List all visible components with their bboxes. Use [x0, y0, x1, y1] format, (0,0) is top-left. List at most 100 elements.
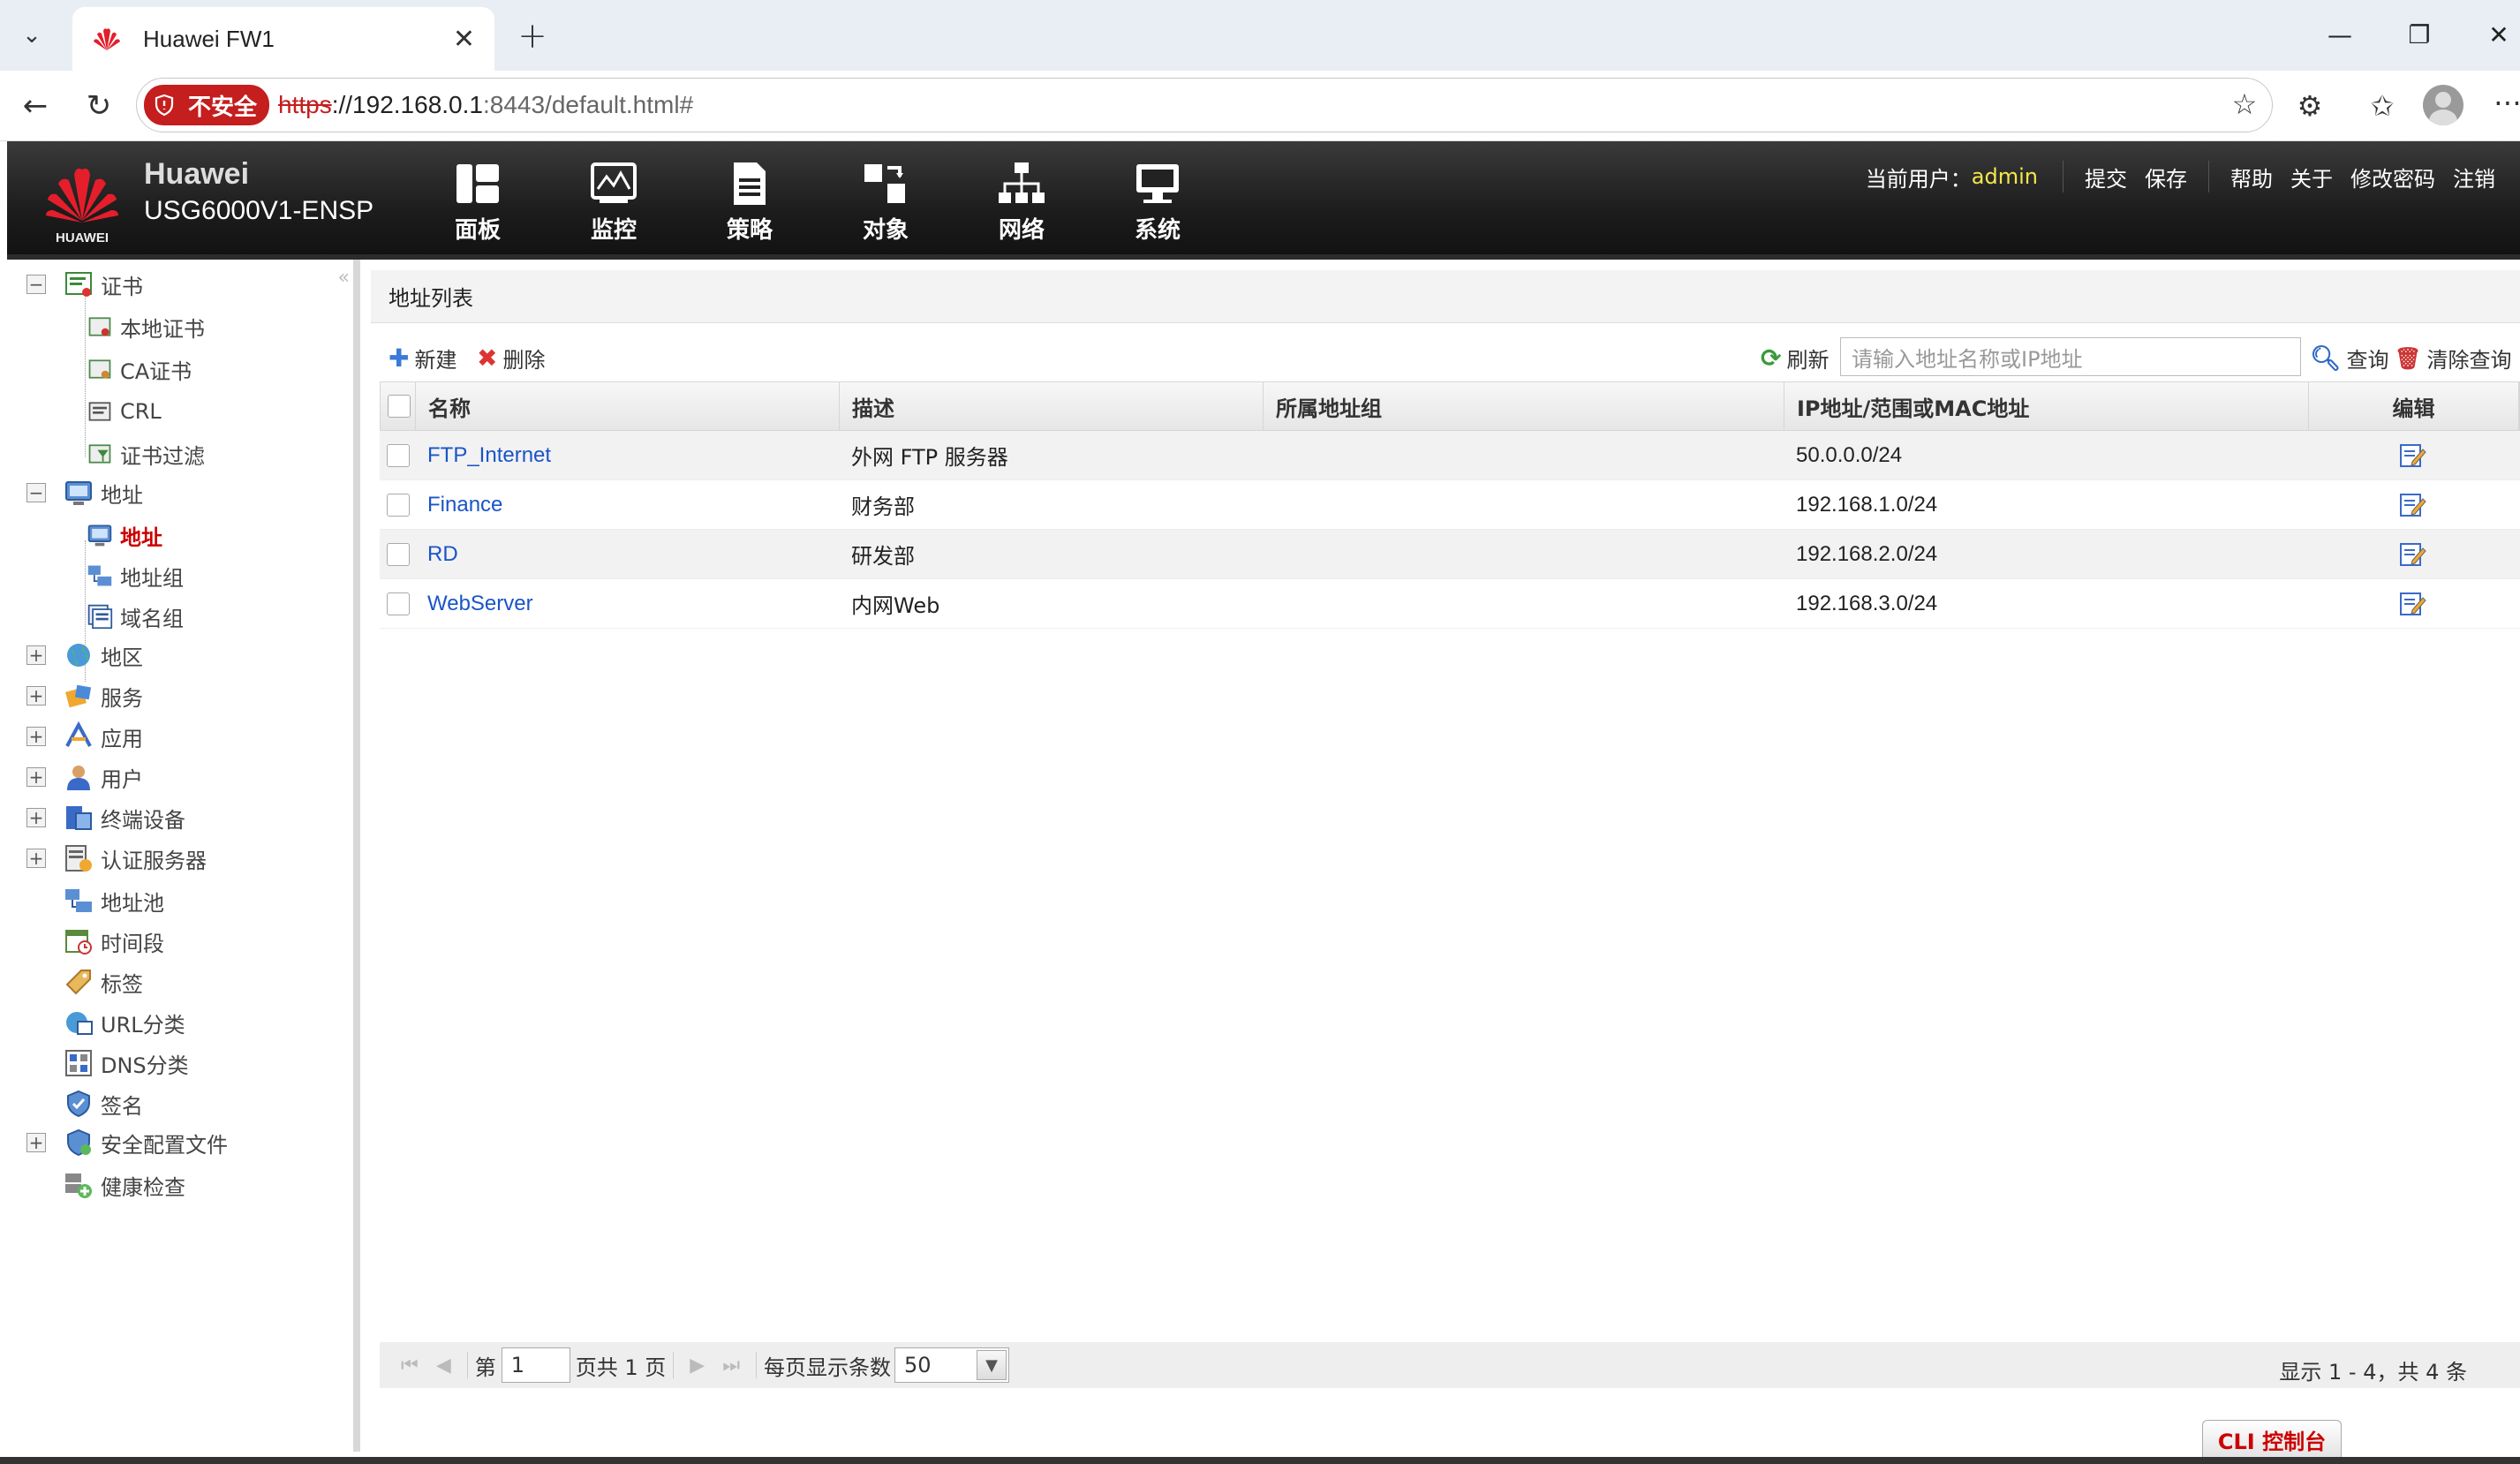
nav-system[interactable]: 系统 [1109, 161, 1206, 249]
collapse-sidebar-icon[interactable]: « [338, 267, 350, 289]
tree-node-signature[interactable]: 签名 [64, 1086, 143, 1121]
tree-node-ca-cert[interactable]: CA证书 [87, 351, 192, 387]
network-icon [999, 162, 1045, 203]
window-close-icon[interactable]: ✕ [2472, 12, 2520, 57]
submit-link[interactable]: 提交 [2085, 162, 2127, 192]
tree-label: 地址池 [101, 890, 164, 916]
favorites-list-icon[interactable]: ✩ [2363, 87, 2402, 125]
tree-node-user[interactable]: + 用户 [26, 759, 143, 795]
tree-node-application[interactable]: + 应用 [26, 719, 143, 754]
tab-list-chevron-down-icon[interactable]: ⌄ [0, 0, 64, 71]
clear-query-button[interactable]: 🗑︎ 清除查询 [2395, 343, 2511, 374]
restore-icon[interactable]: ❐ [2393, 12, 2446, 57]
table-row[interactable]: Finance 财务部 192.168.1.0/24 [380, 480, 2520, 530]
edit-icon[interactable] [2398, 492, 2428, 518]
tree-node-local-cert[interactable]: 本地证书 [87, 309, 205, 344]
row-checkbox[interactable] [387, 542, 410, 566]
new-tab-plus-icon[interactable]: + [509, 12, 556, 60]
tree-node-certificate[interactable]: − 证书 [26, 267, 143, 302]
column-header-group[interactable]: 所属地址组 [1264, 382, 1784, 430]
nav-dashboard[interactable]: 面板 [429, 161, 526, 249]
profile-avatar-icon[interactable] [2423, 85, 2463, 125]
tree-node-cert-filter[interactable]: 证书过滤 [87, 436, 205, 472]
help-link[interactable]: 帮助 [2230, 162, 2273, 192]
column-header-name[interactable]: 名称 [416, 382, 840, 430]
tree-node-region[interactable]: + 地区 [26, 638, 143, 673]
expand-icon[interactable]: + [26, 645, 46, 665]
favorite-star-icon[interactable]: ☆ [2225, 85, 2264, 124]
address-name-link[interactable]: Finance [427, 493, 502, 517]
tab-close-icon[interactable]: ✕ [453, 24, 475, 55]
tree-node-address-pool[interactable]: 地址池 [64, 883, 164, 918]
tree-node-time-range[interactable]: 时间段 [64, 924, 164, 959]
address-name-link[interactable]: FTP_Internet [427, 443, 551, 468]
query-button[interactable]: 🔍︎ 查询 [2310, 343, 2389, 374]
collapse-icon[interactable]: − [26, 275, 46, 294]
nav-network[interactable]: 网络 [973, 161, 1070, 249]
address-name-link[interactable]: RD [427, 542, 458, 567]
tree-node-security-profile[interactable]: + 安全配置文件 [26, 1125, 228, 1160]
page-number-input[interactable]: 1 [501, 1347, 570, 1383]
new-button[interactable]: ✚ 新建 [389, 343, 456, 374]
last-page-icon[interactable]: ⏭ [722, 1355, 740, 1377]
expand-icon[interactable]: + [26, 727, 46, 746]
change-password-link[interactable]: 修改密码 [2350, 162, 2435, 192]
per-page-select[interactable]: 50 ▼ [894, 1347, 1009, 1383]
delete-button[interactable]: ✖ 删除 [477, 343, 545, 374]
collapse-icon[interactable]: − [26, 483, 46, 502]
table-row[interactable]: FTP_Internet 外网 FTP 服务器 50.0.0.0/24 [380, 431, 2520, 480]
first-page-icon[interactable]: ⏮ [401, 1355, 419, 1377]
extensions-icon[interactable]: ⚙ [2290, 87, 2329, 125]
tree-node-tag[interactable]: 标签 [64, 964, 143, 1000]
prev-page-icon[interactable]: ◀ [436, 1355, 451, 1377]
tree-node-url-category[interactable]: URL分类 [64, 1005, 185, 1040]
nav-object[interactable]: 对象 [837, 161, 934, 249]
row-checkbox[interactable] [387, 592, 410, 615]
column-header-description[interactable]: 描述 [840, 382, 1264, 430]
tree-node-service[interactable]: + 服务 [26, 678, 143, 713]
tree-node-address-list[interactable]: 地址 [87, 517, 162, 553]
table-row[interactable]: WebServer 内网Web 192.168.3.0/24 [380, 579, 2520, 629]
cli-console-button[interactable]: CLI 控制台 [2202, 1420, 2342, 1459]
tree-node-address[interactable]: − 地址 [26, 475, 143, 510]
about-link[interactable]: 关于 [2290, 162, 2333, 192]
expand-icon[interactable]: + [26, 686, 46, 706]
edit-icon[interactable] [2398, 541, 2428, 568]
select-all-checkbox[interactable] [388, 395, 411, 418]
tree-node-auth-server[interactable]: + 认证服务器 [26, 841, 207, 876]
tree-node-domain-group[interactable]: 域名组 [87, 599, 184, 634]
row-checkbox[interactable] [387, 443, 410, 467]
not-secure-badge[interactable]: 不安全 [144, 85, 270, 125]
huawei-logo-icon: HUAWEI [46, 168, 118, 245]
tree-label: 域名组 [120, 606, 184, 631]
chevron-down-icon[interactable]: ▼ [977, 1350, 1007, 1380]
back-arrow-icon[interactable]: ← [14, 85, 57, 127]
tree-node-health-check[interactable]: 健康检查 [64, 1167, 185, 1203]
row-checkbox[interactable] [387, 493, 410, 517]
table-row[interactable]: RD 研发部 192.168.2.0/24 [380, 530, 2520, 579]
next-page-icon[interactable]: ▶ [690, 1355, 705, 1377]
tree-node-address-group[interactable]: 地址组 [87, 558, 184, 593]
minimize-icon[interactable]: — [2313, 12, 2366, 57]
nav-policy[interactable]: 策略 [701, 161, 798, 249]
reload-icon[interactable]: ↻ [78, 85, 120, 127]
more-menu-icon[interactable]: ⋯ [2488, 83, 2520, 122]
nav-monitor[interactable]: 监控 [565, 161, 662, 249]
logout-link[interactable]: 注销 [2453, 162, 2495, 192]
search-input[interactable]: 请输入地址名称或IP地址 [1840, 337, 2301, 376]
edit-icon[interactable] [2398, 591, 2428, 617]
expand-icon[interactable]: + [26, 808, 46, 827]
edit-icon[interactable] [2398, 442, 2428, 469]
browser-tab[interactable]: Huawei FW1 ✕ [72, 7, 494, 71]
url-field[interactable]: 不安全 https://192.168.0.1:8443/default.htm… [136, 78, 2273, 132]
column-header-ip[interactable]: IP地址/范围或MAC地址 [1784, 382, 2309, 430]
refresh-button[interactable]: ⟳ 刷新 [1761, 343, 1829, 374]
address-name-link[interactable]: WebServer [427, 592, 533, 616]
tree-node-terminal[interactable]: + 终端设备 [26, 800, 185, 835]
tree-node-dns-category[interactable]: DNS分类 [64, 1045, 189, 1081]
expand-icon[interactable]: + [26, 1133, 46, 1152]
tree-node-crl[interactable]: CRL [87, 394, 162, 429]
expand-icon[interactable]: + [26, 767, 46, 787]
expand-icon[interactable]: + [26, 849, 46, 868]
save-link[interactable]: 保存 [2145, 162, 2187, 192]
